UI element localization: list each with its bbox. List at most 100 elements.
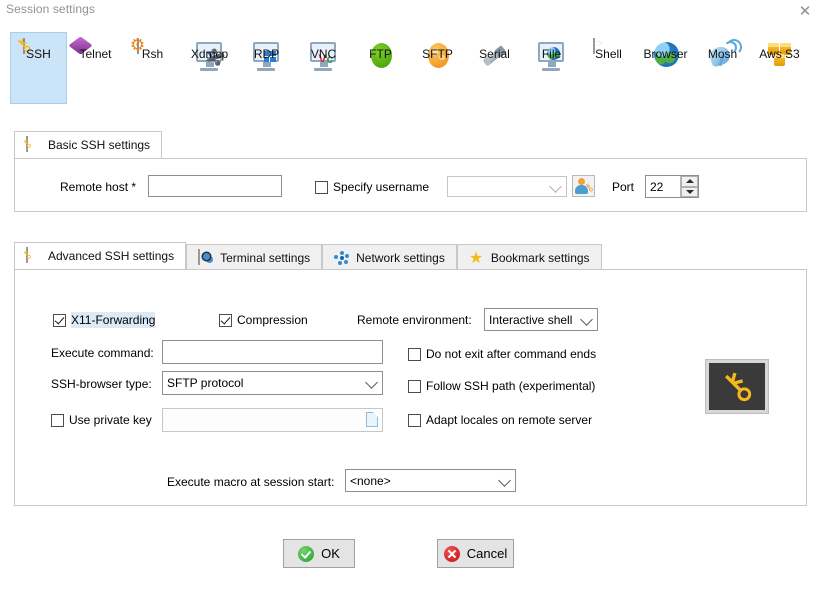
window-title: Session settings [6,2,95,16]
terminal-gear-icon [198,248,214,266]
protocol-aws-s3[interactable]: Aws S3 [751,32,808,104]
chevron-down-icon [498,473,511,487]
chevron-down-icon [580,312,593,326]
checkbox-box [408,413,421,427]
cancel-button[interactable]: Cancel [437,539,514,568]
x11-forwarding-label: X11-Forwarding [71,312,156,328]
ssh-key-icon [26,136,42,153]
title-bar: Session settings ✕ [0,0,821,22]
protocol-label: SFTP [422,47,453,61]
protocol-ssh[interactable]: ⚷ SSH [10,32,67,104]
use-private-key-label: Use private key [69,413,152,427]
tab-label: Bookmark settings [490,250,590,265]
remote-host-input[interactable] [148,175,282,197]
protocol-label: RDP [253,47,280,61]
x11-forwarding-checkbox[interactable]: X11-Forwarding [53,312,156,328]
chevron-down-icon [549,179,562,193]
protocol-rsh[interactable]: ⚙ Rsh [124,32,181,104]
follow-ssh-path-checkbox[interactable]: Follow SSH path (experimental) [408,378,595,394]
protocol-label: Serial [479,47,510,61]
ssh-browser-type-value: SFTP protocol [167,376,244,390]
tab-basic-ssh-settings[interactable]: Basic SSH settings [14,131,163,159]
specify-username-checkbox[interactable]: Specify username [315,179,429,195]
tab-network-settings[interactable]: Network settings [322,244,457,270]
protocol-file[interactable]: File [523,32,580,104]
tab-bookmark-settings[interactable]: ★ Bookmark settings [456,244,602,270]
tab-advanced-ssh-settings[interactable]: Advanced SSH settings [14,242,187,270]
protocol-browser[interactable]: Browser [637,32,694,104]
basic-ssh-panel: Remote host * Specify username ⚷ Port 22 [14,158,807,212]
protocol-rdp[interactable]: RDP [238,32,295,104]
protocol-xdmcp[interactable]: X ➗ Xdmcp [181,32,238,104]
remote-environment-value: Interactive shell [489,312,573,327]
port-increment-button[interactable] [681,176,698,187]
ssh-browser-type-label: SSH-browser type: [51,377,152,391]
compression-checkbox[interactable]: Compression [219,312,308,328]
basic-tabstrip: Basic SSH settings [14,131,163,159]
protocol-ftp[interactable]: FTP [352,32,409,104]
protocol-label: Xdmcp [190,47,229,61]
protocol-label: Shell [595,47,622,61]
private-key-path-input[interactable] [162,408,383,432]
port-stepper[interactable]: 22 [645,175,699,198]
adapt-locales-checkbox[interactable]: Adapt locales on remote server [408,412,592,428]
tab-label: Advanced SSH settings [48,249,175,263]
port-label: Port [612,180,635,194]
tab-label: Network settings [356,250,445,265]
remote-environment-combo[interactable]: Interactive shell [484,308,598,331]
ssh-browser-type-combo[interactable]: SFTP protocol [162,371,383,395]
port-value: 22 [650,179,664,194]
protocol-label: Mosh [707,47,738,61]
chevron-down-icon [365,376,378,389]
ok-label: OK [321,546,340,561]
protocol-label: SSH [26,47,51,61]
protocol-telnet[interactable]: Telnet [67,32,124,104]
execute-command-input[interactable] [162,340,383,364]
cancel-label: Cancel [466,546,508,561]
checkbox-box [408,347,421,361]
checkbox-box [219,313,232,327]
protocol-label: Rsh [141,47,164,61]
protocol-vnc[interactable]: V c VNC [295,32,352,104]
protocol-shell[interactable]: Shell [580,32,637,104]
ssh-key-icon [26,247,42,264]
port-decrement-button[interactable] [681,186,698,197]
use-private-key-checkbox[interactable]: Use private key [51,412,152,428]
protocol-sftp[interactable]: SFTP [409,32,466,104]
username-combo[interactable] [447,176,567,197]
advanced-ssh-panel: X11-Forwarding Compression Remote enviro… [14,269,807,506]
adapt-locales-label: Adapt locales on remote server [426,413,593,427]
ok-button[interactable]: OK [283,539,355,568]
checkbox-box [315,180,328,194]
close-icon[interactable]: ✕ [794,1,816,21]
specify-username-label: Specify username [333,180,430,194]
protocol-label: File [541,47,562,61]
protocol-serial[interactable]: Serial [466,32,523,104]
protocol-label: Aws S3 [759,47,800,61]
protocol-mosh[interactable]: Mosh [694,32,751,104]
checkbox-box [408,379,421,393]
network-dots-icon [334,250,350,266]
protocol-label: FTP [369,47,392,61]
protocol-label: Browser [643,47,688,61]
tab-label: Terminal settings [220,250,311,265]
follow-ssh-path-label: Follow SSH path (experimental) [426,379,596,393]
protocol-label: VNC [310,47,337,61]
execute-macro-label: Execute macro at session start: [167,475,335,489]
port-spin-buttons [680,176,698,197]
execute-command-label: Execute command: [51,346,154,360]
do-not-exit-checkbox[interactable]: Do not exit after command ends [408,346,596,362]
green-check-icon [298,545,315,562]
compression-label: Compression [237,313,308,327]
username-key-button[interactable]: ⚷ [572,175,596,197]
advanced-tabstrip: Advanced SSH settings Terminal settings … [14,242,602,270]
remote-environment-label: Remote environment: [357,313,472,327]
execute-macro-combo[interactable]: <none> [345,469,516,492]
protocol-label: Telnet [79,47,112,61]
checkbox-box [53,313,66,327]
star-icon: ★ [468,247,484,267]
tab-label: Basic SSH settings [48,138,151,152]
tab-terminal-settings[interactable]: Terminal settings [186,244,323,270]
big-key-icon [706,360,768,413]
file-browse-icon[interactable] [366,412,378,427]
